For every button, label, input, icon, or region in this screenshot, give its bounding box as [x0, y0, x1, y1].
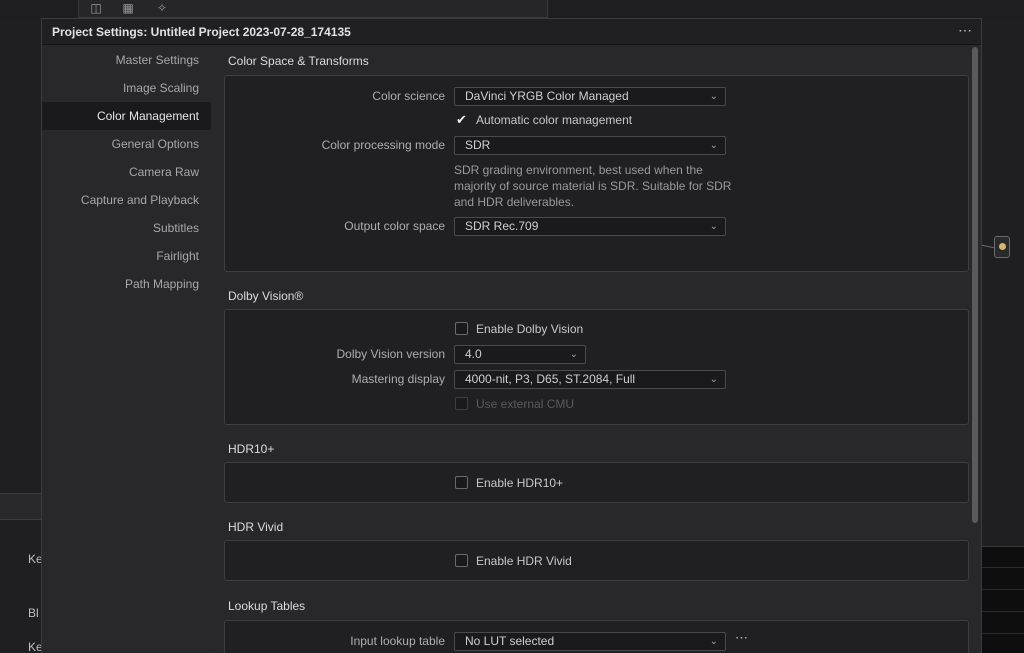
- sidebar-item-capture-playback[interactable]: Capture and Playback: [81, 193, 199, 207]
- enable-hdr10plus-label: Enable HDR10+: [476, 476, 564, 490]
- auto-color-management-checkbox[interactable]: ✔: [455, 113, 468, 126]
- enable-dolby-vision-checkbox[interactable]: [455, 322, 468, 335]
- output-color-space-value: SDR Rec.709: [465, 219, 539, 233]
- node-dot-icon: [999, 243, 1006, 250]
- external-cmu-checkbox: [455, 397, 468, 410]
- sidebar-item-fairlight[interactable]: Fairlight: [156, 249, 199, 263]
- bg-label: Bl: [28, 606, 39, 620]
- sidebar-item-color-management[interactable]: Color Management: [42, 102, 211, 130]
- section-title-hdr10plus: HDR10+: [228, 442, 275, 456]
- mastering-display-value: 4000-nit, P3, D65, ST.2084, Full: [465, 372, 636, 386]
- chevron-down-icon: ⌄: [709, 221, 718, 232]
- panel-hdr10plus: Enable HDR10+: [224, 462, 969, 503]
- more-options-icon[interactable]: ⋯: [958, 22, 973, 39]
- dolby-version-value: 4.0: [465, 347, 482, 361]
- panel-hdr-vivid: Enable HDR Vivid: [224, 540, 969, 581]
- processing-mode-description: SDR grading environment, best used when …: [454, 163, 732, 209]
- more-options-icon[interactable]: ⋯: [735, 630, 749, 646]
- color-science-value: DaVinci YRGB Color Managed: [465, 89, 629, 103]
- enable-hdr-vivid-checkbox[interactable]: [455, 554, 468, 567]
- panel-color-space: Color science DaVinci YRGB Color Managed…: [224, 75, 969, 272]
- input-lut-select[interactable]: No LUT selected ⌄: [454, 632, 726, 651]
- output-color-space-label: Output color space: [344, 219, 445, 233]
- auto-color-management-label: Automatic color management: [476, 113, 633, 127]
- output-color-space-select[interactable]: SDR Rec.709 ⌄: [454, 217, 726, 236]
- processing-mode-select[interactable]: SDR ⌄: [454, 136, 726, 155]
- chevron-down-icon: ⌄: [569, 349, 578, 360]
- section-title-hdr-vivid: HDR Vivid: [228, 520, 284, 534]
- sidebar-item-general-options[interactable]: General Options: [112, 137, 199, 151]
- dolby-version-select[interactable]: 4.0 ⌄: [454, 345, 586, 364]
- processing-mode-value: SDR: [465, 138, 491, 152]
- mastering-display-label: Mastering display: [351, 372, 445, 386]
- sidebar-item-subtitles[interactable]: Subtitles: [153, 221, 199, 235]
- sidebar-item-image-scaling[interactable]: Image Scaling: [123, 81, 199, 95]
- layout-single-icon[interactable]: ◫: [87, 1, 105, 15]
- node-output[interactable]: [994, 236, 1010, 258]
- panel-dolby-vision: Enable Dolby Vision Dolby Vision version…: [224, 309, 969, 425]
- chevron-down-icon: ⌄: [709, 636, 718, 647]
- chevron-down-icon: ⌄: [709, 140, 718, 151]
- color-science-select[interactable]: DaVinci YRGB Color Managed ⌄: [454, 87, 726, 106]
- section-title-color-space: Color Space & Transforms: [228, 54, 369, 68]
- sidebar-item-master-settings[interactable]: Master Settings: [116, 53, 199, 67]
- app-left-toolbar-strip: [0, 493, 41, 520]
- app-toolbar: ◫ ▦ ✧: [78, 0, 548, 18]
- app-scopes-panel: [982, 546, 1024, 653]
- section-title-dolby-vision: Dolby Vision®: [228, 289, 304, 303]
- color-science-label: Color science: [372, 89, 445, 103]
- processing-mode-label: Color processing mode: [321, 138, 445, 152]
- input-lut-label: Input lookup table: [350, 634, 445, 648]
- input-lut-value: No LUT selected: [465, 634, 555, 648]
- section-title-lookup-tables: Lookup Tables: [228, 599, 306, 613]
- chevron-down-icon: ⌄: [709, 91, 718, 102]
- panel-lookup-tables: Input lookup table No LUT selected ⌄ ⋯: [224, 620, 969, 653]
- sidebar-item-camera-raw[interactable]: Camera Raw: [129, 165, 199, 179]
- enable-dolby-vision-label: Enable Dolby Vision: [476, 322, 584, 336]
- magic-wand-icon[interactable]: ✧: [153, 1, 171, 15]
- content-scrollbar[interactable]: [972, 47, 978, 523]
- external-cmu-label: Use external CMU: [476, 397, 575, 411]
- mastering-display-select[interactable]: 4000-nit, P3, D65, ST.2084, Full ⌄: [454, 370, 726, 389]
- settings-sidebar: Master Settings Image Scaling Color Mana…: [42, 46, 211, 653]
- dialog-header: Project Settings: Untitled Project 2023-…: [42, 19, 981, 45]
- dolby-version-label: Dolby Vision version: [336, 347, 446, 361]
- sidebar-item-path-mapping[interactable]: Path Mapping: [125, 277, 199, 291]
- chevron-down-icon: ⌄: [709, 374, 718, 385]
- dialog-title: Project Settings: Untitled Project 2023-…: [52, 25, 351, 39]
- project-settings-dialog: Project Settings: Untitled Project 2023-…: [41, 18, 982, 653]
- layout-grid-icon[interactable]: ▦: [119, 1, 137, 15]
- enable-hdr10plus-checkbox[interactable]: [455, 476, 468, 489]
- enable-hdr-vivid-label: Enable HDR Vivid: [476, 554, 572, 568]
- settings-content: Color Space & Transforms Color science D…: [212, 46, 980, 653]
